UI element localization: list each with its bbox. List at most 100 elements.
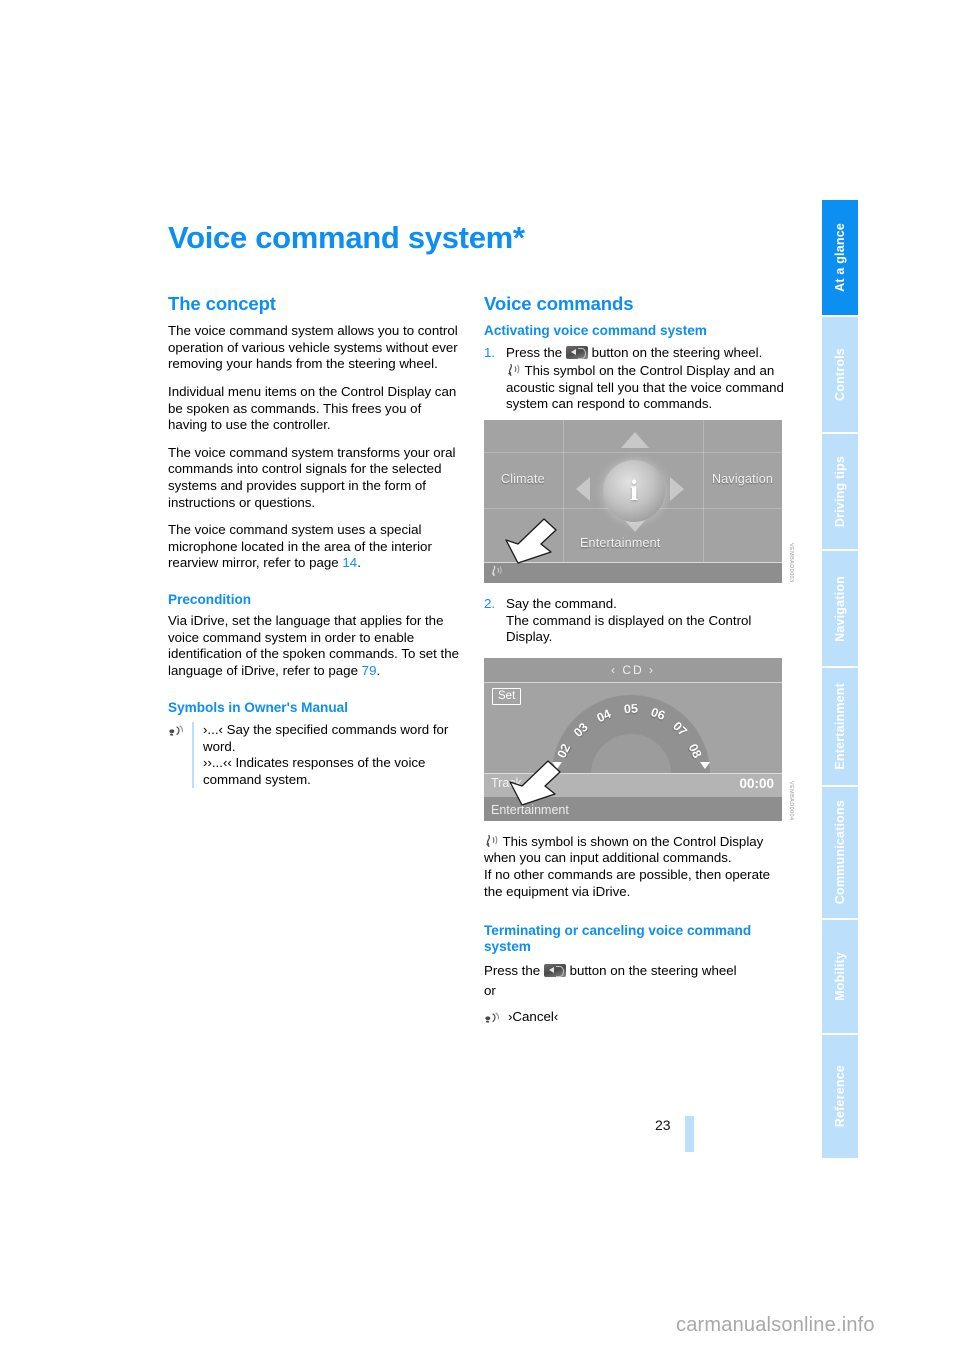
symbols-icon-column	[168, 722, 192, 788]
activation-steps-list: 1. Press the button on the steering whee…	[484, 345, 784, 413]
steering-wheel-voice-button-icon	[565, 345, 588, 359]
precondition-text-after: .	[376, 663, 381, 679]
symbols-note-line-2: ››...‹‹ Indicates responses of the voice…	[203, 755, 426, 787]
activation-step-1: 1. Press the button on the steering whee…	[484, 345, 784, 362]
cancel-command-block: ›Cancel‹	[484, 1009, 784, 1029]
figure-cd-track-selection: ‹ CD › Set 02 03 04 05 06 07 08 Track 00…	[484, 657, 794, 821]
sidebar-tab-at-a-glance[interactable]: At a glance	[822, 200, 858, 316]
activation-step-2: 2. Say the command. The command is displ…	[484, 596, 784, 646]
page-number-accent-bar	[685, 1116, 694, 1152]
sound-wave-icon	[484, 834, 499, 848]
figure1-voice-status-icon	[490, 565, 503, 580]
figure1-reference-code: VEMBAD0003	[788, 543, 794, 583]
chapter-tab-sidebar: At a glance Controls Driving tips Naviga…	[822, 200, 858, 1160]
document-page: At a glance Controls Driving tips Naviga…	[0, 0, 960, 1358]
figure2-next-chevron-icon: ›	[649, 662, 656, 677]
step-text: Say the command. The command is displaye…	[506, 596, 784, 646]
step2-list: 2. Say the command. The command is displ…	[484, 596, 784, 646]
concept-paragraph-2: Individual menu items on the Control Dis…	[168, 384, 457, 433]
figure1-arrow-right-icon	[670, 476, 684, 501]
sidebar-tab-label: Communications	[833, 800, 847, 905]
page-title: Voice command system*	[168, 220, 525, 255]
cancel-command-text: ›Cancel‹	[508, 1008, 559, 1024]
figure2-track-number: 05	[623, 701, 639, 717]
symbols-note-text: ›...‹ Say the specified commands word fo…	[203, 722, 464, 788]
step2-line-1: Say the command.	[506, 595, 617, 611]
figure2-track-label: Track	[491, 775, 522, 790]
cancel-icon-column	[484, 1009, 508, 1029]
sidebar-tab-communications[interactable]: Communications	[822, 787, 858, 919]
right-text-column: Voice commands Activating voice command …	[484, 293, 794, 1029]
figure1-arrow-up-icon	[621, 431, 649, 448]
additional-commands-note: This symbol is shown on the Control Disp…	[484, 834, 784, 900]
concept-paragraph-microphone: The voice command system uses a special …	[168, 522, 464, 572]
section-heading-voice-commands: Voice commands	[484, 293, 634, 314]
figure1-center-orb: i	[603, 459, 665, 522]
concept-mic-text-before: The voice command system uses a special …	[168, 522, 432, 571]
step1-note-text: This symbol on the Control Display and a…	[506, 363, 784, 412]
figure2-source-bar: ‹ CD ›	[484, 657, 782, 683]
page-reference-79[interactable]: 79	[362, 663, 377, 678]
speaking-lips-icon	[168, 725, 184, 740]
left-text-column: The concept The voice command system all…	[168, 293, 464, 789]
step-number: 2.	[484, 595, 496, 611]
step2-line-2: The command is displayed on the Control …	[506, 612, 752, 645]
figure1-arrow-left-icon	[576, 476, 590, 501]
sidebar-tab-mobility[interactable]: Mobility	[822, 920, 858, 1034]
precondition-text-before: Via iDrive, set the language that applie…	[168, 613, 459, 679]
section-heading-activating-voice-command-system: Activating voice command system	[484, 323, 707, 339]
sidebar-tab-label: At a glance	[833, 223, 847, 292]
sidebar-tab-label: Reference	[833, 1065, 847, 1128]
figure2-track-arc-inner	[591, 733, 671, 774]
page-reference-14[interactable]: 14	[342, 555, 357, 570]
figure2-display: ‹ CD › Set 02 03 04 05 06 07 08 Track 00…	[484, 657, 782, 821]
step-text: Press the button on the steering wheel.	[506, 345, 784, 362]
section-heading-symbols-in-owners-manual: Symbols in Owner's Manual	[168, 699, 348, 715]
additional-commands-line-1: This symbol is shown on the Control Disp…	[484, 833, 764, 866]
sidebar-tab-controls[interactable]: Controls	[822, 317, 858, 433]
concept-mic-text-after: .	[357, 555, 361, 571]
section-heading-the-concept: The concept	[168, 293, 276, 314]
figure1-display: i Climate Navigation Entertainment	[484, 419, 782, 583]
sidebar-tab-entertainment[interactable]: Entertainment	[822, 668, 858, 786]
step-number: 1.	[484, 344, 496, 360]
figure2-left-tick-icon	[552, 761, 562, 769]
speaking-lips-icon	[484, 1012, 500, 1027]
terminating-or-text: or	[484, 983, 496, 999]
concept-paragraph-1: The voice command system allows you to c…	[168, 323, 458, 372]
sidebar-tab-navigation[interactable]: Navigation	[822, 551, 858, 667]
precondition-paragraph: Via iDrive, set the language that applie…	[168, 613, 464, 679]
sidebar-tab-label: Entertainment	[833, 683, 847, 770]
terminating-text-after: button on the steering wheel	[565, 962, 737, 978]
additional-commands-line-2: If no other commands are possible, then …	[484, 866, 771, 899]
symbols-note-line-1: ›...‹ Say the specified commands word fo…	[203, 721, 449, 754]
figure2-set-button[interactable]: Set	[492, 687, 522, 705]
step1-text-before: Press the	[506, 344, 566, 360]
figure1-info-icon: i	[629, 473, 639, 507]
sidebar-tab-driving-tips[interactable]: Driving tips	[822, 434, 858, 550]
symbols-note-block: ›...‹ Say the specified commands word fo…	[168, 721, 464, 789]
sidebar-tab-label: Mobility	[833, 952, 847, 1001]
figure1-label-entertainment: Entertainment	[580, 535, 661, 550]
watermark: carmanualsonline.info	[676, 1314, 875, 1336]
step1-text-after: button on the steering wheel.	[587, 344, 763, 360]
terminating-text-before: Press the	[484, 962, 544, 978]
concept-paragraph-3: The voice command system transforms your…	[168, 444, 456, 510]
steering-wheel-voice-button-icon	[543, 963, 566, 977]
figure2-source-label: CD	[622, 662, 644, 677]
figure2-bottom-label: Entertainment	[491, 802, 569, 817]
section-heading-terminating-or-canceling: Terminating or canceling voice command s…	[484, 923, 752, 955]
section-heading-precondition: Precondition	[168, 591, 252, 607]
sidebar-tab-label: Navigation	[833, 575, 847, 642]
sidebar-tab-label: Controls	[833, 348, 847, 402]
figure1-label-navigation: Navigation	[712, 471, 774, 486]
figure2-right-tick-icon	[700, 761, 710, 769]
figure2-track-info-bar	[484, 772, 782, 799]
sidebar-tab-reference[interactable]: Reference	[822, 1035, 858, 1159]
terminating-instruction: Press the button on the steering wheel	[484, 963, 784, 980]
sound-wave-icon	[506, 363, 521, 377]
figure1-label-climate: Climate	[501, 471, 545, 486]
figure2-prev-chevron-icon: ‹	[610, 662, 617, 677]
symbols-accent-rule	[192, 721, 194, 789]
page-number: 23	[655, 1117, 671, 1133]
